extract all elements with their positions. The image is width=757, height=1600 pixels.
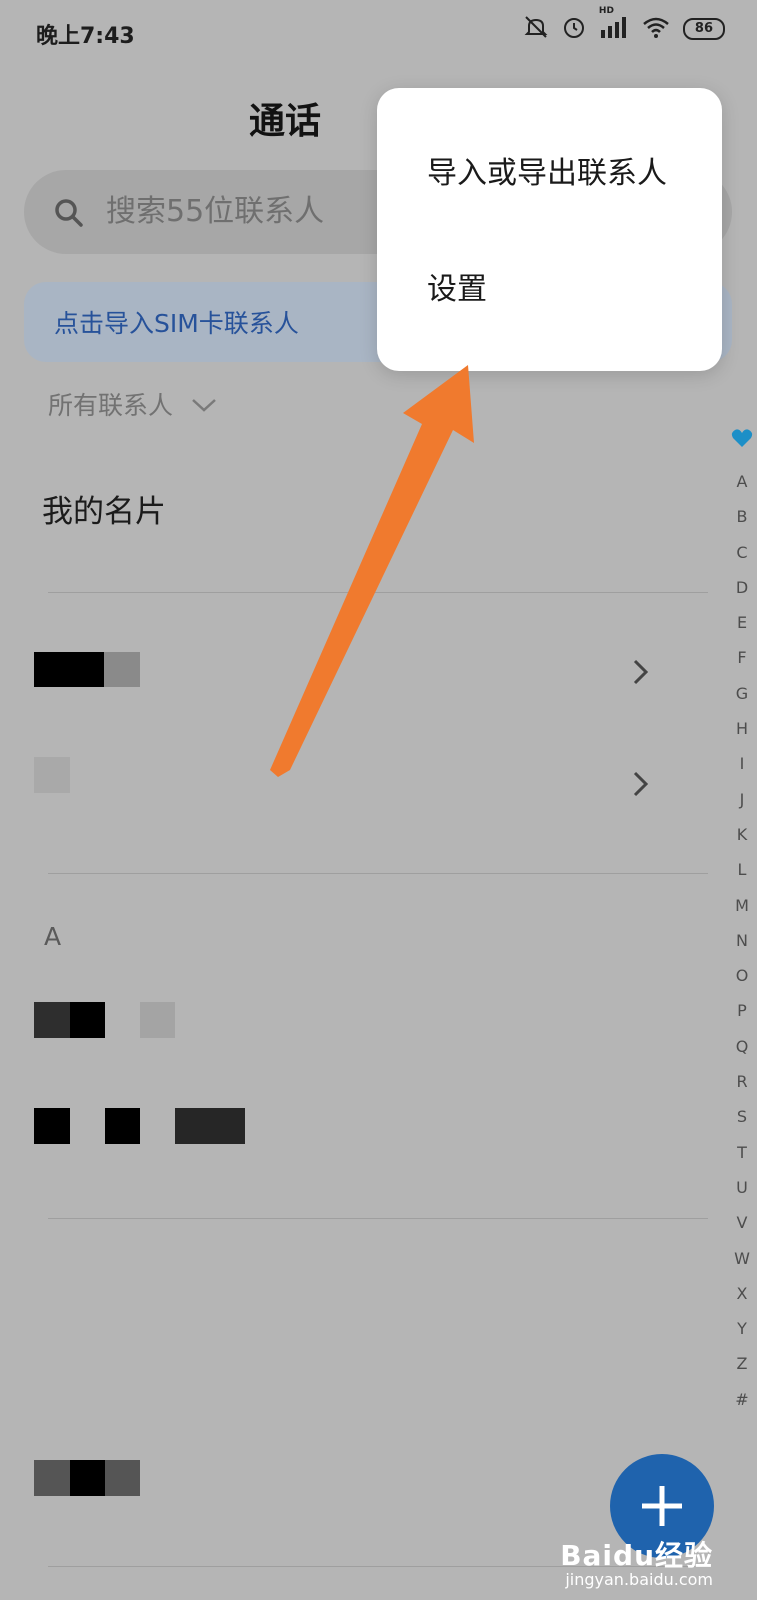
chevron-right-icon [632,770,650,802]
alarm-icon [561,14,587,44]
index-letter[interactable]: O [728,958,756,993]
watermark-brand: Baidu经验 [560,1539,713,1572]
index-letter[interactable]: J [728,782,756,817]
menu-item-import-export[interactable]: 导入或导出联系人 [427,148,667,192]
my-card-label[interactable]: 我的名片 [42,486,166,531]
index-letter[interactable]: K [728,817,756,852]
index-letter[interactable]: # [728,1382,756,1417]
status-time: 晚上7:43 [36,24,135,49]
index-letter[interactable]: E [728,605,756,640]
index-letter[interactable]: F [728,640,756,675]
status-bar: 晚上7:43 HD 86 [0,0,757,64]
index-letter[interactable]: T [728,1135,756,1170]
index-letter[interactable]: P [728,993,756,1028]
redacted-name [140,1002,175,1038]
index-letter[interactable]: M [728,888,756,923]
search-input[interactable]: 搜索55位联系人 [106,170,324,254]
contacts-filter-dropdown[interactable]: 所有联系人 [48,386,217,422]
index-letter[interactable]: D [728,570,756,605]
redacted-name [105,1108,140,1144]
index-letter[interactable]: L [728,852,756,887]
index-letter[interactable]: V [728,1205,756,1240]
index-letter[interactable]: G [728,676,756,711]
signal-icon: HD [599,6,629,44]
overflow-menu: 导入或导出联系人 设置 [377,88,722,371]
divider [48,873,708,874]
index-letter[interactable]: C [728,535,756,570]
index-letter[interactable]: I [728,746,756,781]
redacted-name [34,652,104,687]
redacted-name [105,1460,140,1496]
index-letter[interactable]: W [728,1241,756,1276]
list-item[interactable] [0,1108,700,1148]
index-letter[interactable]: S [728,1099,756,1134]
index-letter[interactable]: R [728,1064,756,1099]
redacted-name [34,1460,70,1496]
index-letter[interactable]: Q [728,1029,756,1064]
divider [48,592,708,593]
menu-item-settings[interactable]: 设置 [427,264,487,308]
battery-indicator: 86 [682,18,725,40]
alphabet-index-rail[interactable]: A B C D E F G H I J K L M N O P Q R S T U V W X Y Z # [728,428,756,1417]
wifi-icon [641,14,671,44]
redacted-name [175,1108,245,1144]
redacted-name [34,1002,70,1038]
list-item[interactable] [0,1460,600,1500]
index-letter[interactable]: Y [728,1311,756,1346]
list-item[interactable] [0,752,700,822]
status-icons: HD 86 [523,6,725,44]
redacted-name [104,652,140,687]
divider [48,1218,708,1219]
heart-icon[interactable] [728,428,756,450]
page-title: 通话 [248,101,321,142]
chevron-down-icon [191,390,217,419]
index-letter[interactable]: H [728,711,756,746]
list-item[interactable] [0,1002,700,1042]
index-letter[interactable]: N [728,923,756,958]
search-icon [52,196,86,230]
watermark-url: jingyan.baidu.com [565,1570,713,1589]
index-letter[interactable]: U [728,1170,756,1205]
index-letter[interactable]: B [728,499,756,534]
index-letter[interactable]: X [728,1276,756,1311]
section-header: A [44,922,62,951]
signal-badge: HD [598,6,614,16]
list-item[interactable] [0,640,700,710]
bell-muted-icon [523,14,549,44]
chevron-right-icon [632,658,650,690]
redacted-name [34,1108,70,1144]
contacts-filter-label: 所有联系人 [48,391,174,420]
import-sim-banner-label: 点击导入SIM卡联系人 [54,309,299,338]
redacted-name [34,757,70,793]
index-letter[interactable]: Z [728,1346,756,1381]
redacted-name [70,1460,105,1496]
redacted-name [70,1002,105,1038]
index-letter[interactable]: A [728,464,756,499]
